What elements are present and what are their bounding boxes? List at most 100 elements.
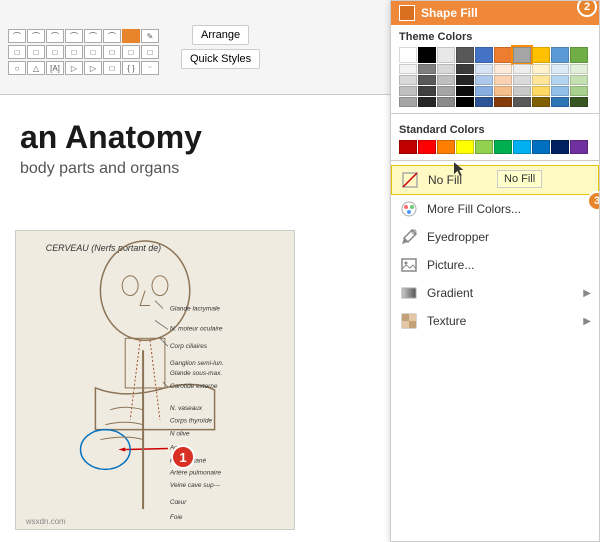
shape-icon[interactable]: □ [8, 45, 26, 59]
shape-icon[interactable]: ○ [8, 61, 26, 75]
shape-icon[interactable] [122, 29, 140, 43]
theme-swatch[interactable] [494, 75, 512, 85]
theme-swatch[interactable] [513, 86, 531, 96]
theme-swatch[interactable] [475, 64, 493, 74]
standard-swatch[interactable] [570, 140, 588, 154]
theme-swatch[interactable] [532, 97, 550, 107]
theme-swatch[interactable] [551, 97, 569, 107]
gradient-item[interactable]: Gradient ▶ [391, 279, 599, 307]
arrange-button[interactable]: Arrange [192, 25, 249, 45]
shape-icon[interactable]: ⌒ [103, 29, 121, 43]
theme-swatch[interactable] [456, 97, 474, 107]
theme-swatch[interactable] [418, 97, 436, 107]
eyedropper-item[interactable]: Eyedropper [391, 223, 599, 251]
theme-swatch[interactable] [570, 47, 588, 63]
shape-icon[interactable]: □ [46, 45, 64, 59]
shape-icon[interactable]: ⌒ [27, 29, 45, 43]
theme-swatch[interactable] [456, 47, 474, 63]
shape-icon[interactable]: ⌒ [84, 29, 102, 43]
picture-icon [399, 255, 419, 275]
standard-swatch[interactable] [399, 140, 417, 154]
standard-swatch[interactable] [418, 140, 436, 154]
svg-text:Carotide externe: Carotide externe [170, 383, 218, 390]
shape-icon[interactable]: ▷ [84, 61, 102, 75]
theme-swatch[interactable] [437, 86, 455, 96]
shape-icon[interactable]: □ [103, 61, 121, 75]
shape-icon[interactable]: □ [103, 45, 121, 59]
theme-swatch[interactable] [437, 47, 455, 63]
theme-swatch[interactable] [399, 64, 417, 74]
theme-swatch[interactable] [399, 97, 417, 107]
theme-swatch[interactable] [475, 47, 493, 63]
theme-swatch[interactable] [399, 86, 417, 96]
quick-styles-button[interactable]: Quick Styles [181, 49, 260, 69]
theme-swatch[interactable] [494, 86, 512, 96]
shape-icon[interactable]: ⌒ [65, 29, 83, 43]
shape-icon[interactable]: □ [84, 45, 102, 59]
theme-swatch[interactable] [570, 86, 588, 96]
theme-swatch[interactable] [513, 47, 531, 63]
standard-swatch[interactable] [513, 140, 531, 154]
shape-icon[interactable]: ⁻ [141, 61, 159, 75]
shape-icon[interactable]: □ [65, 45, 83, 59]
theme-swatch[interactable] [570, 64, 588, 74]
shape-icon[interactable]: { } [122, 61, 140, 75]
theme-swatch[interactable] [494, 47, 512, 63]
shape-icon[interactable]: □ [27, 45, 45, 59]
theme-swatch[interactable] [475, 86, 493, 96]
texture-item[interactable]: Texture ▶ [391, 307, 599, 335]
standard-swatch[interactable] [551, 140, 569, 154]
theme-swatch[interactable] [475, 97, 493, 107]
shape-fill-label: Shape Fill [421, 6, 478, 20]
theme-swatch[interactable] [399, 47, 417, 63]
theme-swatch[interactable] [494, 64, 512, 74]
theme-swatch[interactable] [418, 47, 436, 63]
theme-swatch[interactable] [532, 47, 550, 63]
standard-swatch[interactable] [437, 140, 455, 154]
theme-swatch[interactable] [475, 75, 493, 85]
no-fill-icon [400, 170, 420, 190]
standard-swatch[interactable] [494, 140, 512, 154]
standard-swatch[interactable] [456, 140, 474, 154]
standard-swatch[interactable] [475, 140, 493, 154]
theme-swatch[interactable] [494, 97, 512, 107]
theme-swatch[interactable] [570, 75, 588, 85]
shape-icon[interactable]: ✎ [141, 29, 159, 43]
theme-swatch[interactable] [399, 75, 417, 85]
picture-item[interactable]: Picture... [391, 251, 599, 279]
shape-icon[interactable]: □ [122, 45, 140, 59]
shape-icon[interactable]: [A] [46, 61, 64, 75]
theme-swatch[interactable] [437, 64, 455, 74]
theme-swatch[interactable] [418, 64, 436, 74]
theme-swatch[interactable] [532, 75, 550, 85]
standard-swatch[interactable] [532, 140, 550, 154]
theme-swatch[interactable] [551, 64, 569, 74]
shape-icon[interactable]: ⌒ [8, 29, 26, 43]
theme-swatch[interactable] [437, 97, 455, 107]
theme-swatch[interactable] [456, 64, 474, 74]
theme-swatch[interactable] [532, 86, 550, 96]
theme-swatch[interactable] [513, 64, 531, 74]
gradient-icon [399, 283, 419, 303]
theme-swatch[interactable] [513, 75, 531, 85]
theme-swatch[interactable] [418, 86, 436, 96]
svg-text:wsxdn.com: wsxdn.com [25, 517, 66, 526]
theme-swatch[interactable] [513, 97, 531, 107]
theme-swatch[interactable] [456, 86, 474, 96]
theme-swatch[interactable] [551, 75, 569, 85]
no-fill-item[interactable]: No Fill No Fill [391, 165, 599, 195]
theme-swatch[interactable] [551, 86, 569, 96]
shape-icon[interactable]: □ [141, 45, 159, 59]
svg-text:Glande lacrymale: Glande lacrymale [170, 306, 221, 313]
shape-icon[interactable]: ⌒ [46, 29, 64, 43]
more-fill-colors-item[interactable]: More Fill Colors... 3 [391, 195, 599, 223]
shape-icon[interactable]: △ [27, 61, 45, 75]
shape-icon[interactable]: ▷ [65, 61, 83, 75]
theme-swatch[interactable] [532, 64, 550, 74]
svg-text:N olive: N olive [170, 431, 190, 438]
theme-swatch[interactable] [418, 75, 436, 85]
theme-swatch[interactable] [551, 47, 569, 63]
theme-swatch[interactable] [456, 75, 474, 85]
theme-swatch[interactable] [437, 75, 455, 85]
theme-swatch[interactable] [570, 97, 588, 107]
